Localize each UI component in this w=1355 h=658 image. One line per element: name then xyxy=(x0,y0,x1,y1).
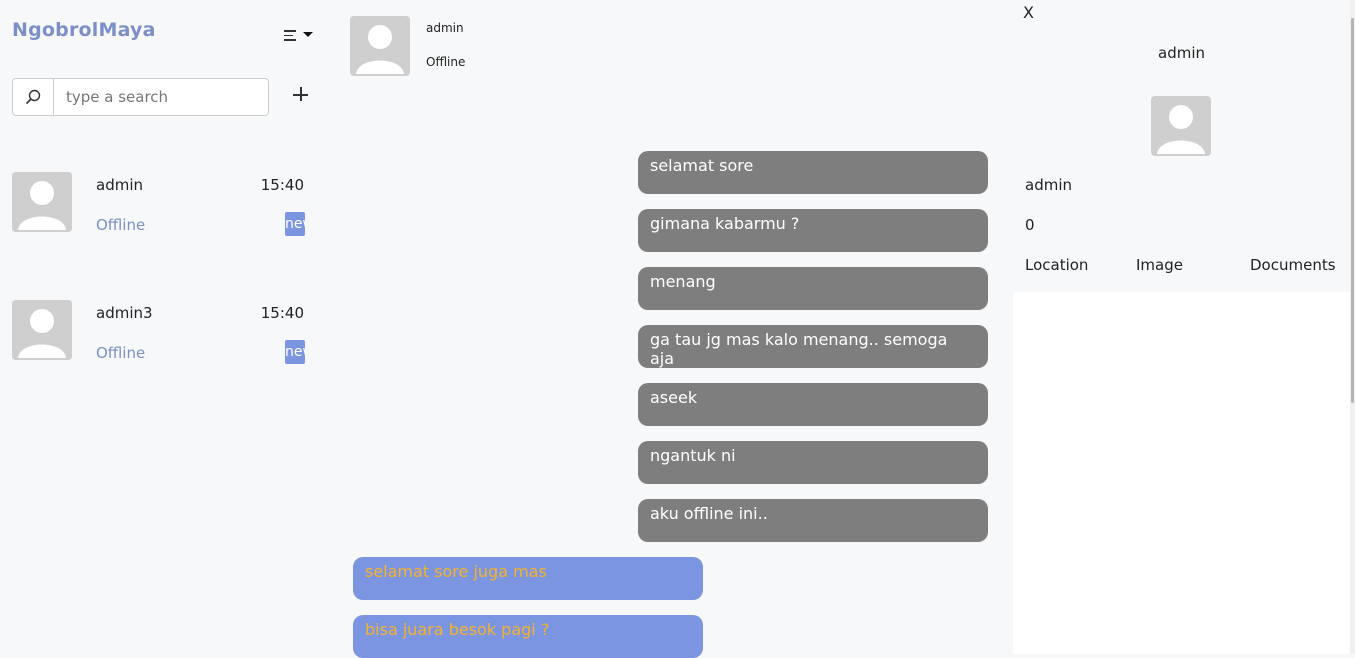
tab-image[interactable]: Image xyxy=(1136,256,1183,274)
user-avatar-icon xyxy=(350,16,410,76)
brand-logo: NgobrolMaya xyxy=(12,19,156,41)
close-panel-button[interactable]: X xyxy=(1023,3,1034,22)
user-avatar-icon xyxy=(1151,96,1211,156)
message-bubble-outgoing: menang xyxy=(638,267,988,310)
message-bubble-outgoing: ngantuk ni xyxy=(638,441,988,484)
new-badge: new xyxy=(285,340,305,364)
avatar xyxy=(12,172,72,232)
contact-status: Offline xyxy=(96,344,146,362)
menu-dropdown-button[interactable] xyxy=(282,27,316,47)
panel-title: admin xyxy=(1158,44,1205,62)
add-contact-button[interactable] xyxy=(292,85,310,103)
message-bubble-outgoing: selamat sore xyxy=(638,151,988,194)
contact-name: admin3 xyxy=(96,304,153,322)
search-bar xyxy=(12,78,269,116)
panel-tab-content xyxy=(1013,292,1350,654)
chat-avatar[interactable] xyxy=(350,16,410,76)
message-bubble-outgoing: gimana kabarmu ? xyxy=(638,209,988,252)
message-bubble-incoming: selamat sore juga mas xyxy=(353,557,703,600)
search-icon xyxy=(25,89,41,105)
user-avatar-icon xyxy=(12,172,72,232)
new-badge: new xyxy=(285,212,305,236)
panel-contact-name: admin xyxy=(1025,176,1072,194)
tab-documents[interactable]: Documents xyxy=(1250,256,1336,274)
tab-location[interactable]: Location xyxy=(1025,256,1088,274)
message-bubble-incoming: bisa juara besok pagi ? xyxy=(353,615,703,658)
contact-item[interactable]: admin3 15:40 Offline new xyxy=(12,300,307,364)
scrollbar-thumb[interactable] xyxy=(1351,18,1354,403)
panel-avatar xyxy=(1151,96,1211,156)
avatar xyxy=(12,300,72,360)
contact-time: 15:40 xyxy=(260,176,304,194)
panel-count: 0 xyxy=(1025,216,1035,234)
chat-contact-name: admin xyxy=(426,21,464,35)
message-bubble-outgoing: aseek xyxy=(638,383,988,426)
search-button[interactable] xyxy=(12,78,54,116)
contact-time: 15:40 xyxy=(260,304,304,322)
contact-status: Offline xyxy=(96,216,146,234)
contact-name: admin xyxy=(96,176,143,194)
search-input[interactable] xyxy=(53,78,269,116)
chat-contact-status: Offline xyxy=(426,55,466,69)
message-bubble-outgoing: aku offline ini.. xyxy=(638,499,988,542)
user-avatar-icon xyxy=(12,300,72,360)
page-scrollbar[interactable] xyxy=(1350,0,1355,654)
message-bubble-outgoing: ga tau jg mas kalo menang.. semoga aja xyxy=(638,325,988,368)
menu-icon xyxy=(284,30,296,44)
caret-down-icon xyxy=(303,32,313,37)
contact-item[interactable]: admin 15:40 Offline new xyxy=(12,172,307,236)
